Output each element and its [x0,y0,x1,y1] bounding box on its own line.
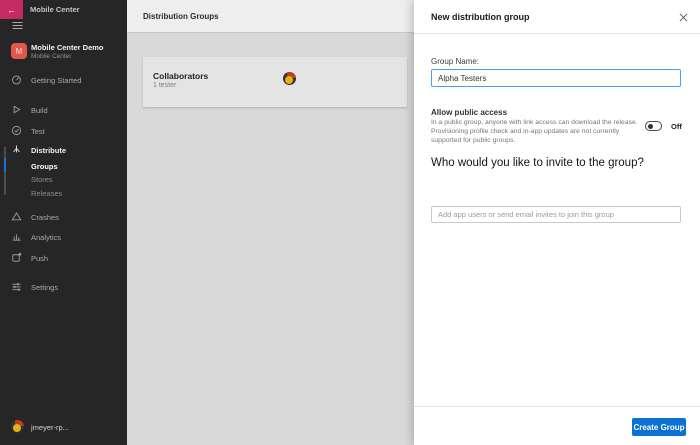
toggle-knob [647,123,653,129]
create-group-button[interactable]: Create Group [632,418,686,436]
panel-title: Distribution Groups [143,12,219,21]
dialog-header: New distribution group [414,0,700,34]
app-icon: M [11,43,27,59]
back-arrow-icon: ← [7,4,16,15]
group-name-label: Group Name: [431,57,480,66]
push-notification-icon [11,252,22,263]
mobile-center-app: ← Mobile Center M Mobile Center Demo Mob… [0,0,700,445]
group-name-input[interactable] [431,69,681,87]
sidebar-item-releases[interactable]: Releases [0,186,127,200]
group-name: Collaborators [153,71,209,81]
gauge-icon [11,74,22,85]
test-check-icon [11,125,22,136]
invite-heading: Who would you like to invite to the grou… [431,157,644,169]
app-switcher[interactable]: M Mobile Center Demo Mobile Center [0,40,127,64]
toggle-state-label: Off [671,122,682,131]
crashes-warning-icon [11,211,22,222]
public-access-toggle[interactable] [645,121,662,131]
sidebar-item-push[interactable]: Push [0,251,127,265]
group-tester-count: 1 tester [153,82,177,89]
product-title: Mobile Center [30,5,80,14]
sidebar: ← Mobile Center M Mobile Center Demo Mob… [0,0,127,445]
sidebar-item-distribute[interactable]: Distribute [0,143,127,157]
close-icon[interactable] [677,11,689,23]
group-member-avatar [283,72,296,85]
sidebar-item-analytics[interactable]: Analytics [0,230,127,244]
public-access-description: In a public group, anyone with link acce… [431,119,638,144]
invite-input[interactable] [431,206,681,223]
menu-icon[interactable] [12,21,23,30]
user-avatar [11,420,24,433]
user-account[interactable]: jmeyer-rp... [0,418,127,436]
sidebar-item-getting-started[interactable]: Getting Started [0,73,127,87]
sidebar-item-stores[interactable]: Stores [0,172,127,186]
public-access-label: Allow public access [431,108,508,117]
new-distribution-group-dialog: New distribution group Group Name: Allow… [414,0,700,445]
user-name: jmeyer-rp... [31,423,69,432]
sidebar-item-groups[interactable]: Groups [0,159,127,173]
analytics-bars-icon [11,231,22,242]
build-play-icon [11,104,22,115]
panel-header: Distribution Groups [127,0,414,33]
group-card-collaborators[interactable]: Collaborators 1 tester [143,57,407,107]
sidebar-item-crashes[interactable]: Crashes [0,210,127,224]
dialog-footer: Create Group [414,406,700,445]
app-owner: Mobile Center [31,53,72,60]
back-button[interactable]: ← [0,0,23,19]
distribution-groups-panel: Distribution Groups Collaborators 1 test… [127,0,414,445]
app-name: Mobile Center Demo [31,43,104,52]
settings-sliders-icon [11,281,22,292]
dialog-title: New distribution group [431,12,530,22]
sidebar-item-build[interactable]: Build [0,103,127,117]
distribute-branch-icon [11,144,22,155]
sidebar-item-settings[interactable]: Settings [0,280,127,294]
sidebar-item-test[interactable]: Test [0,124,127,138]
